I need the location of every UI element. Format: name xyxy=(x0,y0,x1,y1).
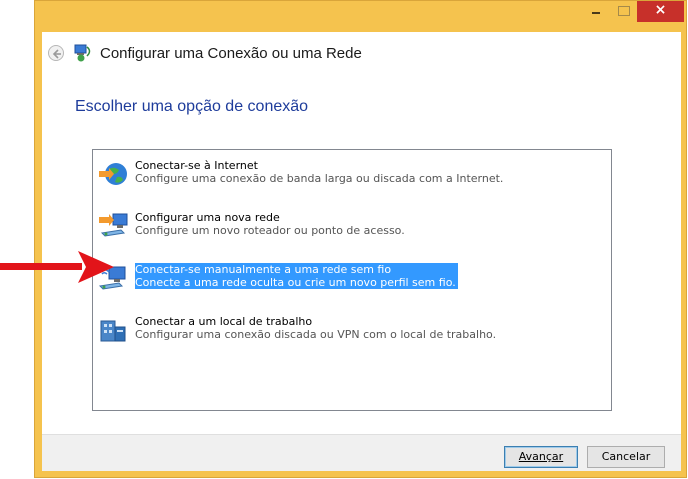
title-bar[interactable]: × xyxy=(35,1,686,32)
content-area: Escolher uma opção de conexão Conectar-s… xyxy=(42,74,681,434)
option-description: Configure uma conexão de banda larga ou … xyxy=(135,172,504,185)
option-text: Configurar uma nova rede Configure um no… xyxy=(135,211,405,237)
option-manual-wireless[interactable]: Conectar-se manualmente a uma rede sem f… xyxy=(97,261,597,295)
option-workplace[interactable]: Conectar a um local de trabalho Configur… xyxy=(97,313,597,347)
maximize-button[interactable] xyxy=(610,1,636,22)
next-button[interactable]: Avançar xyxy=(504,446,578,468)
close-button[interactable]: × xyxy=(637,1,684,22)
network-icon xyxy=(74,44,91,62)
workplace-icon xyxy=(100,320,126,342)
window-title: Configurar uma Conexão ou uma Rede xyxy=(100,45,362,62)
option-new-network[interactable]: Configurar uma nova rede Configure um no… xyxy=(97,209,597,243)
option-description: Conecte a uma rede oculta ou crie um nov… xyxy=(135,276,456,289)
option-title: Configurar uma nova rede xyxy=(135,211,280,224)
page-heading: Escolher uma opção de conexão xyxy=(75,98,309,115)
option-description: Configurar uma conexão discada ou VPN co… xyxy=(135,328,497,341)
globe-network-icon xyxy=(99,163,127,185)
button-bar: Avançar Cancelar xyxy=(42,434,681,471)
option-title: Conectar-se à Internet xyxy=(135,159,258,172)
back-button[interactable] xyxy=(48,45,64,61)
header-row: Configurar uma Conexão ou uma Rede xyxy=(42,32,681,74)
dialog-window: × Configurar uma Conexão ou uma Rede Esc… xyxy=(34,0,687,478)
option-description: Configure um novo roteador ou ponto de a… xyxy=(135,224,405,237)
option-text: Conectar a um local de trabalho Configur… xyxy=(135,315,496,341)
connection-options-list[interactable]: Conectar-se à Internet Configure uma con… xyxy=(92,149,612,411)
option-title: Conectar a um local de trabalho xyxy=(135,315,313,328)
option-text: Conectar-se à Internet Configure uma con… xyxy=(135,159,503,185)
option-text: Conectar-se manualmente a uma rede sem f… xyxy=(135,263,458,289)
minimize-button[interactable] xyxy=(583,1,609,22)
cancel-button[interactable]: Cancelar xyxy=(587,446,665,468)
dialog-client: Configurar uma Conexão ou uma Rede Escol… xyxy=(42,32,681,471)
close-icon: × xyxy=(654,2,667,18)
new-network-icon xyxy=(99,213,128,237)
red-arrow-annotation-icon xyxy=(0,251,114,283)
back-arrow-icon xyxy=(52,49,61,59)
option-title: Conectar-se manualmente a uma rede sem f… xyxy=(135,263,392,276)
next-button-label: Avançar xyxy=(518,450,564,463)
option-connect-internet[interactable]: Conectar-se à Internet Configure uma con… xyxy=(97,157,597,191)
